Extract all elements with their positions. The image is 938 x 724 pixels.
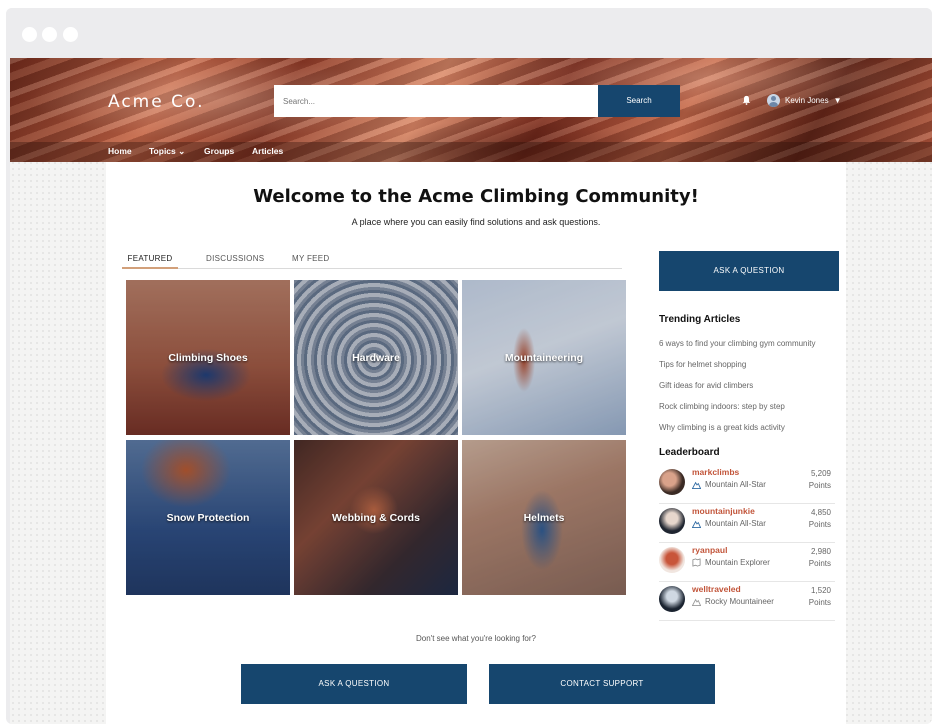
leaderboard-heading: Leaderboard bbox=[659, 447, 720, 458]
topic-label: Snow Protection bbox=[166, 511, 250, 524]
topic-label: Climbing Shoes bbox=[168, 351, 248, 364]
avatar[interactable] bbox=[659, 508, 685, 534]
topic-tile-hardware[interactable]: Hardware bbox=[294, 280, 458, 435]
tab-discussions[interactable]: DISCUSSIONS bbox=[206, 254, 264, 269]
topic-tile-snow-protection[interactable]: Snow Protection bbox=[126, 440, 290, 595]
page-viewport: Acme Co. Search Kevin Jones ▼ Home Topic… bbox=[10, 58, 932, 724]
topic-tile-mountaineering[interactable]: Mountaineering bbox=[462, 280, 626, 435]
window-dot-icon[interactable] bbox=[42, 27, 57, 42]
leader-rank: Mountain All-Star bbox=[705, 480, 766, 489]
search-input[interactable] bbox=[274, 85, 598, 117]
user-name: Kevin Jones bbox=[785, 95, 829, 105]
points-unit: Points bbox=[808, 598, 831, 607]
leader-rank: Mountain All-Star bbox=[705, 519, 766, 528]
trending-article-link[interactable]: Rock climbing indoors: step by step bbox=[659, 402, 785, 411]
ask-question-bottom-button[interactable]: ASK A QUESTION bbox=[241, 664, 467, 704]
browser-window: Acme Co. Search Kevin Jones ▼ Home Topic… bbox=[6, 8, 932, 724]
mountain-icon bbox=[692, 598, 701, 606]
points-unit: Points bbox=[808, 481, 831, 490]
leader-points: 5,209 Points bbox=[801, 468, 831, 492]
points-unit: Points bbox=[808, 520, 831, 529]
avatar[interactable] bbox=[659, 586, 685, 612]
trending-article-link[interactable]: Why climbing is a great kids activity bbox=[659, 423, 785, 432]
points-unit: Points bbox=[808, 559, 831, 568]
nav-item-topics[interactable]: Topics ⌄ bbox=[149, 146, 185, 157]
nav-item-groups[interactable]: Groups bbox=[204, 146, 234, 156]
topic-tiles: Climbing Shoes Hardware Mountaineering S… bbox=[126, 280, 626, 596]
topic-label: Hardware bbox=[352, 351, 400, 364]
leader-rank: Mountain Explorer bbox=[705, 558, 770, 567]
leaderboard-row: mountainjunkie Mountain All-Star 4,850 Po… bbox=[659, 505, 835, 543]
topic-label: Mountaineering bbox=[504, 351, 584, 364]
window-dot-icon[interactable] bbox=[22, 27, 37, 42]
leaderboard-row: welltraveled Rocky Mountaineer 1,520 Poin… bbox=[659, 583, 835, 621]
avatar[interactable] bbox=[659, 547, 685, 573]
nav-item-articles[interactable]: Articles bbox=[252, 146, 283, 156]
trending-article-link[interactable]: 6 ways to find your climbing gym communi… bbox=[659, 339, 816, 348]
tab-my-feed[interactable]: MY FEED bbox=[292, 254, 330, 269]
topic-label: Webbing & Cords bbox=[332, 511, 420, 524]
page-subtitle: A place where you can easily find soluti… bbox=[351, 217, 601, 227]
leader-points: 1,520 Points bbox=[801, 585, 831, 609]
site-logo[interactable]: Acme Co. bbox=[108, 92, 204, 112]
topic-tile-webbing-cords[interactable]: Webbing & Cords bbox=[294, 440, 458, 595]
caret-down-icon: ▼ bbox=[833, 95, 842, 105]
leader-points: 2,980 Points bbox=[801, 546, 831, 570]
leaderboard-row: markclimbs Mountain All-Star 5,209 Points bbox=[659, 466, 835, 504]
map-icon bbox=[692, 558, 701, 567]
ask-question-button[interactable]: ASK A QUESTION bbox=[659, 251, 839, 291]
points-value: 2,980 bbox=[810, 547, 831, 556]
leader-points: 4,850 Points bbox=[801, 507, 831, 531]
topic-tile-helmets[interactable]: Helmets bbox=[462, 440, 626, 595]
leader-name[interactable]: markclimbs bbox=[692, 467, 739, 477]
mountain-icon bbox=[692, 520, 701, 528]
leader-name[interactable]: mountainjunkie bbox=[692, 506, 755, 516]
tab-bar: FEATURED DISCUSSIONS MY FEED bbox=[122, 254, 622, 269]
points-value: 4,850 bbox=[810, 508, 831, 517]
help-prompt: Don't see what you're looking for? bbox=[415, 634, 536, 643]
points-value: 5,209 bbox=[810, 469, 831, 478]
trending-article-link[interactable]: Tips for helmet shopping bbox=[659, 360, 746, 369]
window-dot-icon[interactable] bbox=[63, 27, 78, 42]
mountain-icon bbox=[692, 481, 701, 489]
nav-item-label: Topics bbox=[149, 146, 176, 156]
trending-heading: Trending Articles bbox=[659, 314, 741, 325]
main-content: Welcome to the Acme Climbing Community! … bbox=[106, 162, 846, 724]
chevron-down-icon: ⌄ bbox=[178, 146, 186, 156]
bell-icon[interactable] bbox=[741, 95, 752, 105]
window-titlebar bbox=[6, 8, 932, 58]
topic-tile-climbing-shoes[interactable]: Climbing Shoes bbox=[126, 280, 290, 435]
avatar[interactable] bbox=[659, 469, 685, 495]
avatar-icon bbox=[767, 93, 780, 107]
page-title: Welcome to the Acme Climbing Community! bbox=[253, 186, 699, 207]
nav-item-home[interactable]: Home bbox=[108, 146, 132, 156]
leader-name[interactable]: ryanpaul bbox=[692, 545, 727, 555]
search-button[interactable]: Search bbox=[598, 85, 680, 117]
tab-featured[interactable]: FEATURED bbox=[122, 254, 178, 269]
leaderboard-row: ryanpaul Mountain Explorer 2,980 Points bbox=[659, 544, 835, 582]
leader-name[interactable]: welltraveled bbox=[692, 584, 741, 594]
leader-rank: Rocky Mountaineer bbox=[705, 597, 774, 606]
points-value: 1,520 bbox=[810, 586, 831, 595]
contact-support-button[interactable]: CONTACT SUPPORT bbox=[489, 664, 715, 704]
trending-article-link[interactable]: Gift ideas for avid climbers bbox=[659, 381, 753, 390]
header-banner: Acme Co. Search Kevin Jones ▼ Home Topic… bbox=[10, 58, 932, 162]
topic-label: Helmets bbox=[523, 511, 565, 524]
user-menu[interactable]: Kevin Jones ▼ bbox=[767, 93, 842, 107]
